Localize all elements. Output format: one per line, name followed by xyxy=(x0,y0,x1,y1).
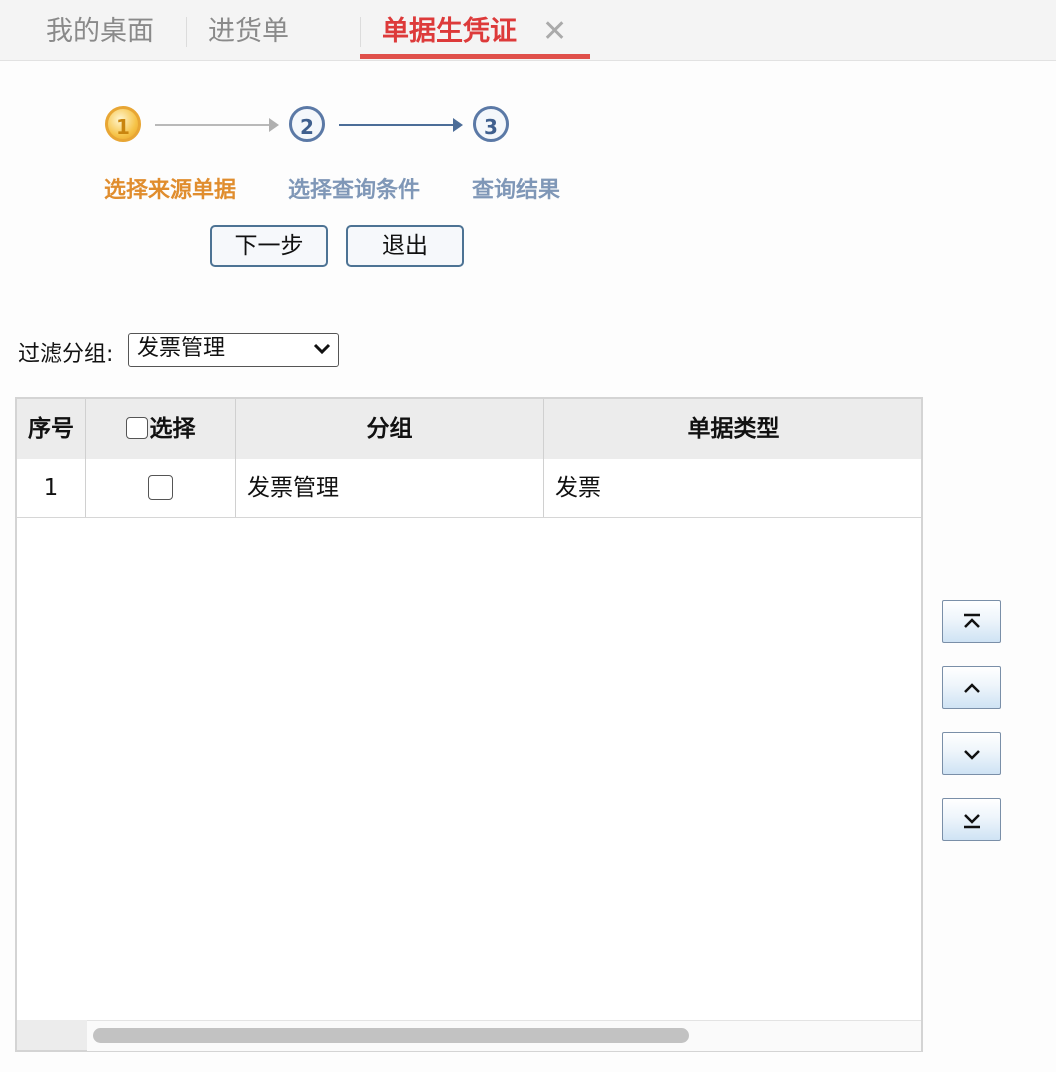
row-doc-type: 发票 xyxy=(555,475,601,501)
tab-document-to-voucher[interactable]: 单据生凭证 xyxy=(382,0,517,60)
step-3-label: 查询结果 xyxy=(472,178,561,203)
row-group: 发票管理 xyxy=(236,459,544,517)
column-header-select: 选择 xyxy=(86,399,236,459)
select-all-checkbox[interactable] xyxy=(125,416,148,439)
row-select-cell xyxy=(86,459,236,517)
move-to-top-icon xyxy=(964,613,980,628)
column-header-doc-type[interactable]: 单据类型 xyxy=(544,399,923,459)
move-to-bottom-button[interactable] xyxy=(942,798,1001,841)
move-to-bottom-icon xyxy=(964,814,980,829)
step-3-icon: 3 xyxy=(473,106,509,142)
active-tab-indicator xyxy=(360,54,590,59)
exit-button[interactable]: 退出 xyxy=(346,225,464,267)
move-down-icon xyxy=(964,750,980,760)
row-index: 1 xyxy=(17,459,86,517)
scrollbar-thumb[interactable] xyxy=(93,1028,689,1043)
step-1-icon: 1 xyxy=(105,106,141,142)
filter-group-value: 发票管理 xyxy=(137,336,226,361)
move-up-icon xyxy=(964,683,980,693)
column-header-index: 序号 xyxy=(17,399,86,459)
move-down-button[interactable] xyxy=(942,732,1001,775)
arrow-right-icon xyxy=(269,118,279,132)
tab-my-desktop[interactable]: 我的桌面 xyxy=(46,0,154,60)
column-header-group[interactable]: 分组 xyxy=(236,399,544,459)
row-checkbox[interactable] xyxy=(148,475,173,500)
step-2-label: 选择查询条件 xyxy=(288,178,421,203)
column-header-select-label: 选择 xyxy=(149,416,196,442)
close-icon[interactable]: ✕ xyxy=(542,0,567,60)
horizontal-scrollbar[interactable] xyxy=(17,1020,921,1051)
move-up-button[interactable] xyxy=(942,666,1001,709)
step-connector xyxy=(155,124,271,126)
step-connector xyxy=(339,124,455,126)
tab-purchase-order[interactable]: 进货单 xyxy=(208,0,289,60)
table-row[interactable]: 1 发票管理 发票 xyxy=(17,459,921,518)
filter-group-select[interactable]: 发票管理 xyxy=(128,333,339,367)
step-1-label: 选择来源单据 xyxy=(104,178,237,203)
data-grid: 序号 选择 分组 单据类型 1 发票管理 发票 xyxy=(15,397,923,1052)
chevron-down-icon xyxy=(312,334,332,373)
grid-header: 序号 选择 分组 单据类型 xyxy=(17,399,921,460)
tab-bar: 我的桌面 进货单 单据生凭证 ✕ xyxy=(0,0,1056,61)
scrollbar-corner xyxy=(17,1020,87,1050)
arrow-right-icon xyxy=(453,118,463,132)
tab-separator xyxy=(360,17,361,47)
tab-separator xyxy=(186,17,187,47)
step-2-icon: 2 xyxy=(289,106,325,142)
move-to-top-button[interactable] xyxy=(942,600,1001,643)
next-step-button[interactable]: 下一步 xyxy=(210,225,328,267)
scrollbar-track[interactable] xyxy=(87,1020,921,1051)
filter-group-label: 过滤分组: xyxy=(18,342,114,367)
